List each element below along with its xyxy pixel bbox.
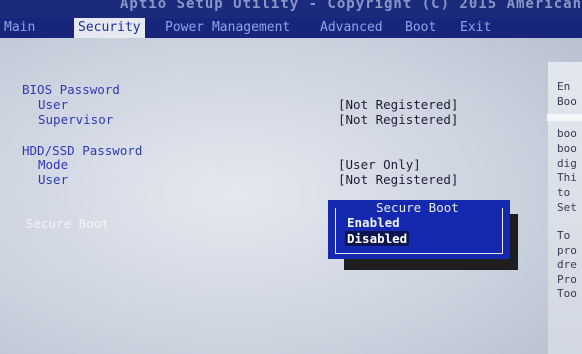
- help-line: Too: [557, 287, 577, 300]
- help-separator: [547, 114, 582, 121]
- bios-user-label[interactable]: User: [38, 97, 68, 112]
- hdd-user-value: [Not Registered]: [338, 172, 459, 187]
- hdd-user-label[interactable]: User: [38, 172, 68, 187]
- hdd-mode-value: [User Only]: [338, 157, 421, 172]
- help-line: dig: [557, 157, 577, 170]
- help-line: Pro: [557, 273, 577, 286]
- help-line: To: [557, 229, 571, 242]
- bios-user-value: [Not Registered]: [338, 97, 459, 112]
- secure-boot-popup: Secure Boot Enabled Disabled: [328, 200, 510, 259]
- tab-main[interactable]: Main: [0, 18, 39, 38]
- help-line: boo: [557, 127, 577, 140]
- title-bar: Aptio Setup Utility - Copyright (C) 2015…: [0, 0, 582, 20]
- help-line: Set: [557, 201, 577, 214]
- hdd-mode-label[interactable]: Mode: [38, 157, 68, 172]
- tab-security[interactable]: Security: [74, 18, 145, 38]
- menu-bar: Main Security Power Management Advanced …: [0, 18, 582, 38]
- help-line: En: [557, 80, 571, 93]
- option-enabled[interactable]: Enabled: [345, 215, 402, 230]
- secure-boot-label[interactable]: Secure Boot: [26, 216, 109, 231]
- help-line: to: [557, 186, 571, 199]
- hdd-password-heading: HDD/SSD Password: [22, 143, 143, 158]
- bios-password-heading: BIOS Password: [22, 82, 120, 97]
- help-line: boo: [557, 142, 577, 155]
- popup-title: Secure Boot: [373, 201, 462, 215]
- help-line: pro: [557, 244, 577, 257]
- popup-frame: Secure Boot Enabled Disabled: [335, 201, 503, 254]
- help-line: Boo: [557, 95, 577, 108]
- title-text: Aptio Setup Utility - Copyright (C) 2015…: [120, 0, 582, 12]
- help-line: Thi: [557, 171, 577, 184]
- help-line: dre: [557, 258, 577, 271]
- bios-supervisor-label[interactable]: Supervisor: [38, 112, 113, 127]
- option-disabled[interactable]: Disabled: [345, 231, 410, 246]
- bios-screen: Aptio Setup Utility - Copyright (C) 2015…: [0, 0, 582, 354]
- tab-exit[interactable]: Exit: [456, 18, 495, 38]
- bios-supervisor-value: [Not Registered]: [338, 112, 459, 127]
- tab-advanced[interactable]: Advanced: [316, 18, 387, 38]
- tab-power-management[interactable]: Power Management: [161, 18, 294, 38]
- tab-boot[interactable]: Boot: [401, 18, 440, 38]
